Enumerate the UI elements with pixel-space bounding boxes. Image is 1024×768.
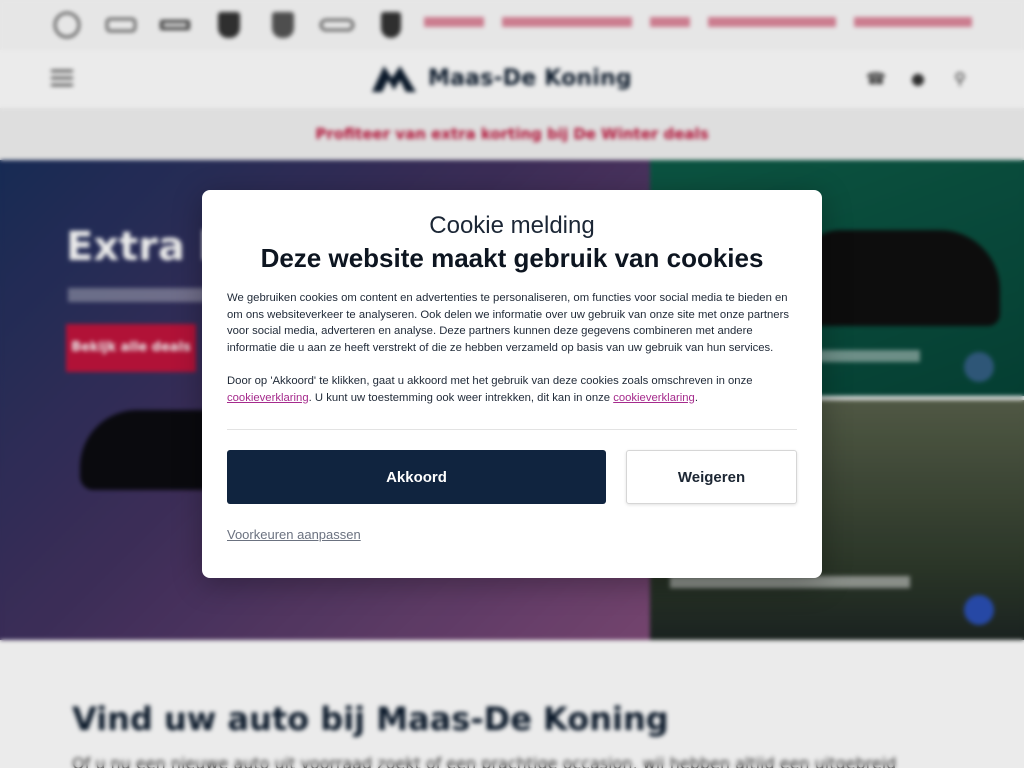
accept-button[interactable]: Akkoord	[227, 450, 606, 505]
dialog-title: Deze website maakt gebruik van cookies	[260, 243, 764, 273]
cookie-statement-link[interactable]: cookieverklaring	[227, 392, 309, 404]
paragraph-text: .	[694, 391, 698, 404]
dialog-paragraph-1: We gebruiken cookies om content en adver…	[227, 292, 789, 354]
dialog-kicker: Cookie melding	[429, 212, 595, 239]
decline-button[interactable]: Weigeren	[626, 450, 797, 505]
preferences-link[interactable]: Voorkeuren aanpassen	[227, 527, 361, 542]
cookie-dialog: Cookie melding Deze website maakt gebrui…	[202, 190, 822, 578]
paragraph-text: . U kunt uw toestemming ook weer intrekk…	[308, 391, 614, 404]
cookie-statement-link-2[interactable]: cookieverklaring	[613, 392, 695, 404]
dialog-paragraph-2: Door op 'Akkoord' te klikken, gaat u akk…	[227, 373, 797, 406]
paragraph-text: Door op 'Akkoord' te klikken, gaat u akk…	[227, 374, 753, 387]
dialog-divider	[227, 429, 797, 431]
dialog-body: We gebruiken cookies om content en adver…	[227, 290, 797, 406]
dialog-actions: Akkoord Weigeren	[227, 450, 797, 505]
